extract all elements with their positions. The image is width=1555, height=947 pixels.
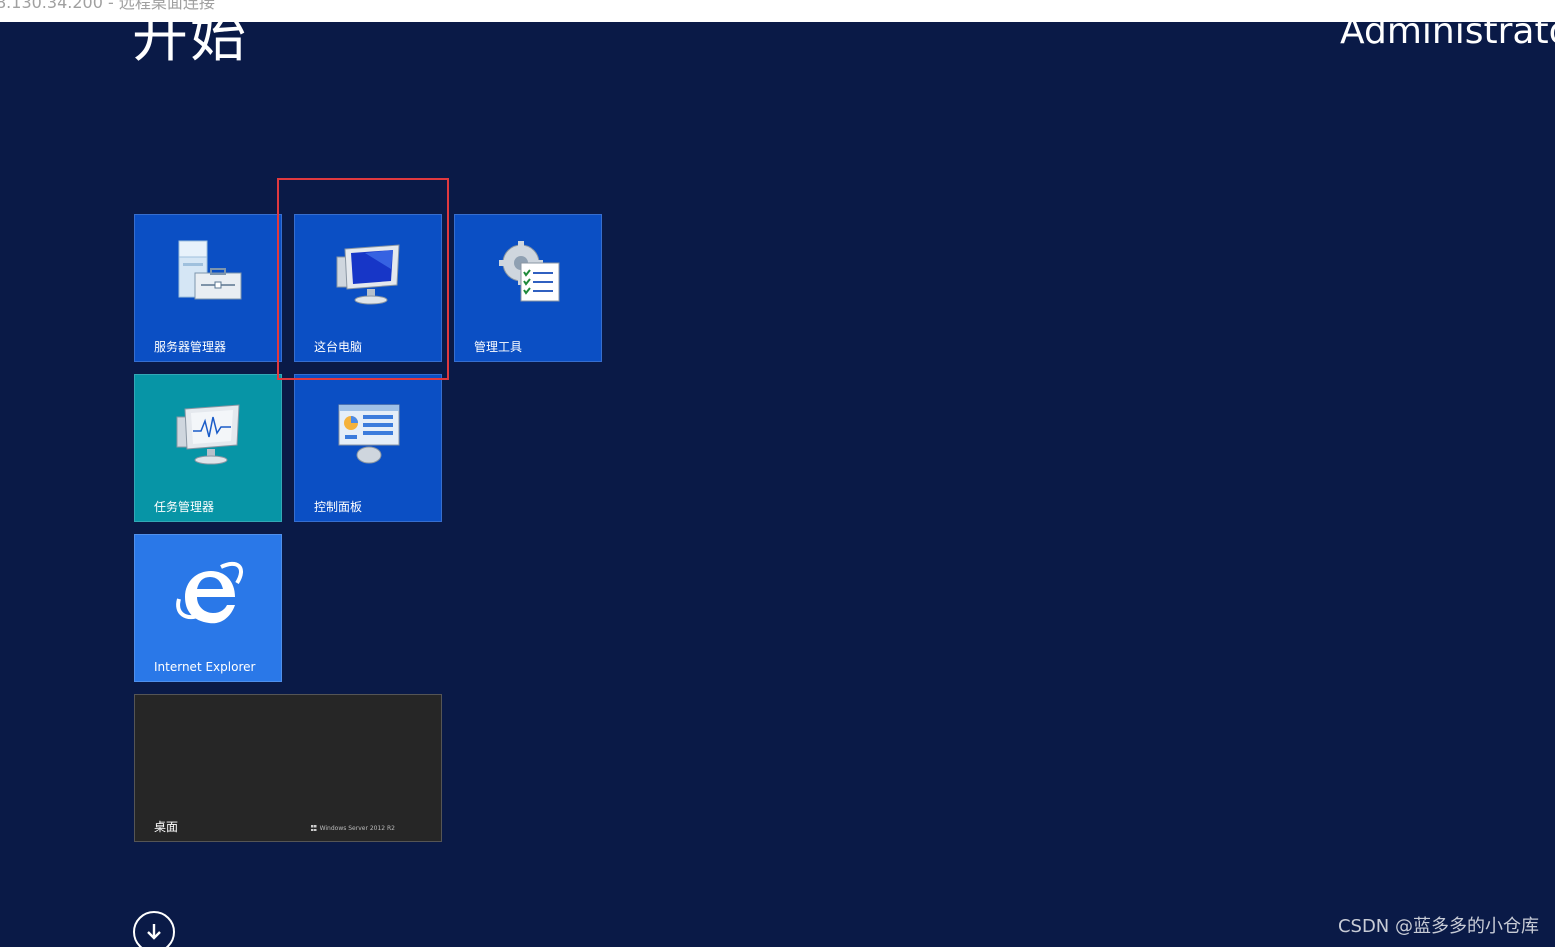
tile-label: 服务器管理器 xyxy=(154,340,227,354)
tile-this-pc[interactable]: 这台电脑 xyxy=(294,214,442,362)
all-apps-button[interactable] xyxy=(133,911,175,947)
windows-server-brand-text: Windows Server 2012 R2 xyxy=(319,825,395,832)
control-panel-icon xyxy=(338,404,400,464)
admin-tools-gear-checklist-icon xyxy=(499,241,560,302)
tile-label: Internet Explorer xyxy=(154,660,256,674)
tile-internet-explorer[interactable]: Internet Explorer xyxy=(134,534,282,682)
tile-label: 管理工具 xyxy=(474,340,523,354)
down-arrow-circle-icon xyxy=(147,924,161,940)
server-manager-icon xyxy=(178,240,242,300)
tile-administrative-tools[interactable]: 管理工具 xyxy=(454,214,602,362)
tile-task-manager[interactable]: 任务管理器 xyxy=(134,374,282,522)
windows-server-brand: Windows Server 2012 R2 xyxy=(310,825,395,833)
tile-label: 这台电脑 xyxy=(314,340,363,354)
tile-label: 桌面 xyxy=(154,820,179,834)
window-title: 8.130.34.200 - 远程桌面连接 xyxy=(0,0,215,12)
start-title: 开始 xyxy=(132,22,248,70)
tile-desktop[interactable]: 桌面 Windows Server 2012 R2 xyxy=(134,694,442,842)
window-title-bar: 8.130.34.200 - 远程桌面连接 xyxy=(0,0,1555,22)
tile-control-panel[interactable]: 控制面板 xyxy=(294,374,442,522)
tile-label: 任务管理器 xyxy=(154,500,215,514)
task-manager-monitor-icon xyxy=(176,404,240,465)
tile-server-manager[interactable]: 服务器管理器 xyxy=(134,214,282,362)
this-pc-monitor-icon xyxy=(336,244,400,305)
user-account-name[interactable]: Administrator xyxy=(1340,22,1555,60)
csdn-watermark: CSDN @蓝多多的小仓库 xyxy=(1337,916,1539,937)
windows-logo-icon xyxy=(310,825,317,831)
start-screen: 开始 Administrator 服务器管理器 这台电脑 xyxy=(0,22,1555,947)
internet-explorer-icon xyxy=(176,561,243,624)
tile-label: 控制面板 xyxy=(314,500,363,514)
